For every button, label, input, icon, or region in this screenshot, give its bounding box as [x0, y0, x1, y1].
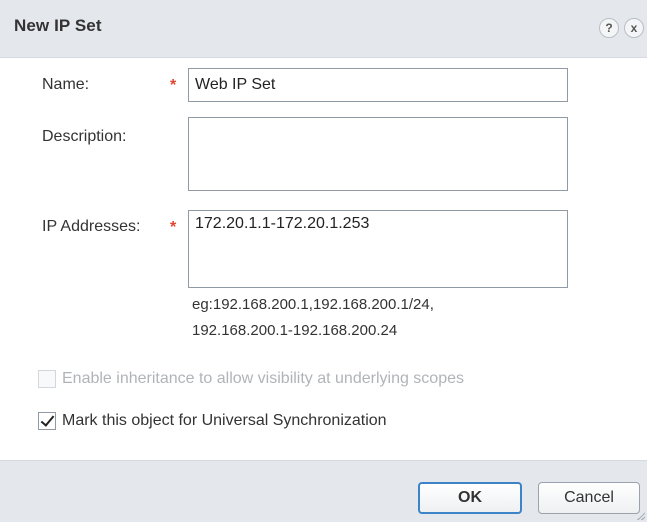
universal-sync-checkbox[interactable]: [38, 412, 56, 430]
resize-grip-icon[interactable]: [637, 512, 645, 520]
name-label: Name:: [42, 76, 90, 93]
dialog-titlebar[interactable]: New IP Set ? x: [0, 0, 647, 58]
new-ip-set-dialog: New IP Set ? x Name: * Description: IP A…: [0, 0, 647, 522]
help-icon[interactable]: ?: [599, 18, 619, 38]
ip-required-marker: *: [170, 219, 177, 236]
cancel-button[interactable]: Cancel: [538, 482, 640, 514]
name-input[interactable]: [188, 68, 568, 102]
ip-format-hint-line2: 192.168.200.1-192.168.200.24: [192, 322, 398, 339]
universal-sync-option[interactable]: Mark this object for Universal Synchroni…: [38, 410, 387, 432]
ip-addresses-textarea[interactable]: 172.20.1.1-172.20.1.253: [188, 210, 568, 288]
description-textarea[interactable]: [188, 117, 568, 191]
ip-addresses-label: IP Addresses:: [42, 218, 141, 235]
inheritance-checkbox: [38, 370, 56, 388]
dialog-footer: OK Cancel: [0, 460, 647, 522]
ok-button[interactable]: OK: [418, 482, 522, 514]
close-icon[interactable]: x: [624, 18, 644, 38]
name-required-marker: *: [170, 77, 177, 94]
ip-format-hint-line1: eg:192.168.200.1,192.168.200.1/24,: [192, 296, 434, 313]
inheritance-label: Enable inheritance to allow visibility a…: [62, 370, 464, 387]
inheritance-option: Enable inheritance to allow visibility a…: [38, 368, 464, 390]
universal-sync-label[interactable]: Mark this object for Universal Synchroni…: [62, 412, 387, 430]
dialog-title: New IP Set: [14, 16, 102, 35]
description-label: Description:: [42, 128, 127, 145]
